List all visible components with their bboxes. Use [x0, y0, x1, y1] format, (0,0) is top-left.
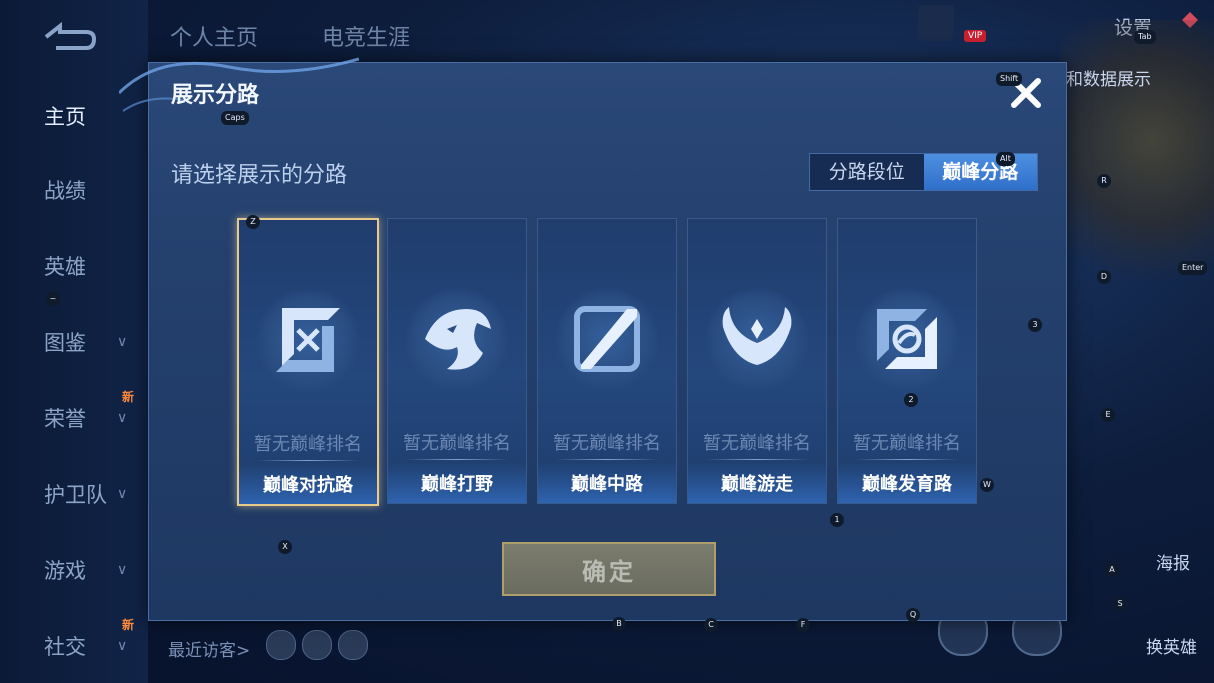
nav-item[interactable]: 护卫队 ∨ [0, 474, 148, 514]
farm-lane-icon [877, 309, 937, 369]
lane-name: 巅峰游走 [721, 474, 793, 495]
rank-text: 暂无巅峰排名 [853, 433, 961, 454]
nav-item[interactable]: 图鉴 ∨ [0, 322, 148, 362]
card-divider [257, 460, 359, 461]
tab-personal-home[interactable]: 个人主页 [170, 20, 258, 52]
lane-card-farm[interactable]: 暂无巅峰排名 巅峰发育路 [837, 218, 977, 504]
nav-item-label: 荣誉 [44, 407, 86, 431]
recent-visitors-link[interactable]: 最近访客> [168, 636, 250, 661]
nav-item-label: 游戏 [44, 559, 86, 583]
lane-name: 巅峰发育路 [862, 474, 952, 495]
lane-display-dialog: 展示分路 请选择展示的分路 分路段位 巅峰分路 暂无巅峰排名 巅峰对抗路 暂无巅… [119, 57, 1067, 621]
chevron-down-icon: ∨ [117, 562, 128, 578]
back-arrow-icon[interactable] [40, 22, 98, 52]
nav-item[interactable]: 游戏 ∨ [0, 550, 148, 590]
nav-item[interactable]: 英雄 [0, 246, 148, 286]
hotkey-2: 2 [904, 393, 918, 407]
card-divider [406, 459, 508, 460]
lane-card-clash[interactable]: 暂无巅峰排名 巅峰对抗路 [237, 218, 379, 506]
chevron-down-icon: ∨ [117, 638, 128, 654]
tab-lane-rank[interactable]: 分路段位 [810, 154, 924, 190]
lane-card-mid[interactable]: 暂无巅峰排名 巅峰中路 [537, 218, 677, 504]
hotkey-alt: Alt [996, 152, 1015, 166]
clash-lane-icon [276, 308, 340, 372]
roam-wings-icon [722, 307, 792, 365]
hotkey-f: F [796, 618, 810, 632]
tab-esports-career[interactable]: 电竞生涯 [322, 20, 410, 52]
lane-name: 巅峰中路 [571, 474, 643, 495]
nav-item-label: 英雄 [44, 255, 86, 279]
hotkey-e: E [1101, 408, 1115, 422]
card-divider [556, 459, 658, 460]
hotkey-r: R [1097, 174, 1111, 188]
rank-text: 暂无巅峰排名 [703, 433, 811, 454]
nav-item-label: 主页 [44, 105, 86, 129]
hotkey-w: W [980, 478, 994, 492]
hotkey-q: Q [906, 608, 920, 622]
data-display-label[interactable]: 和数据展示 [1066, 65, 1151, 90]
hotkey-tab: Tab [1134, 30, 1156, 44]
hotkey-shift: Shift [996, 72, 1023, 86]
lane-name: 巅峰对抗路 [263, 475, 353, 496]
nav-item-label: 护卫队 [44, 483, 107, 507]
hotkey-tilde: ~ [46, 292, 60, 306]
hotkey-enter: Enter [1178, 261, 1208, 275]
hotkey-s: S [1113, 597, 1127, 611]
jungle-dragon-icon [425, 309, 491, 370]
rank-text: 暂无巅峰排名 [553, 433, 661, 454]
vip-badge: VIP [964, 30, 987, 42]
card-divider [856, 459, 958, 460]
dialog-subtitle: 请选择展示的分路 [171, 163, 348, 188]
nav-item[interactable]: 荣誉 ∨ 新 [0, 390, 148, 438]
lane-card-roam[interactable]: 暂无巅峰排名 巅峰游走 [687, 218, 827, 504]
mid-lane-icon [574, 306, 640, 372]
nav-item[interactable]: 社交 ∨ 新 [0, 618, 148, 666]
chevron-down-icon: ∨ [117, 410, 128, 426]
dialog-title: 展示分路 [171, 83, 260, 108]
rank-text: 暂无巅峰排名 [254, 434, 362, 455]
hotkey-3: 3 [1028, 318, 1042, 332]
poster-button[interactable]: 海报 [1156, 549, 1190, 574]
hotkey-a: A [1105, 563, 1119, 577]
avatar[interactable] [266, 630, 296, 660]
swap-hero-button[interactable]: 换英雄 [1146, 633, 1197, 658]
hotkey-b: B [612, 617, 626, 631]
notification-icon[interactable] [918, 5, 954, 41]
nav-item-label: 战绩 [44, 179, 86, 203]
hotkey-1: 1 [830, 513, 844, 527]
avatar[interactable] [302, 630, 332, 660]
hotkey-d: D [1097, 270, 1111, 284]
nav-item-label: 图鉴 [44, 331, 86, 355]
hotkey-x: X [278, 540, 292, 554]
tab-peak-lane[interactable]: 巅峰分路 [923, 154, 1037, 190]
chevron-down-icon: ∨ [117, 334, 128, 350]
hotkey-z: Z [246, 215, 260, 229]
avatar[interactable] [338, 630, 368, 660]
hotkey-caps: Caps [221, 111, 249, 125]
new-badge: 新 [122, 618, 135, 632]
chevron-down-icon: ∨ [117, 486, 128, 502]
lane-name: 巅峰打野 [421, 474, 493, 495]
card-divider [706, 459, 808, 460]
hotkey-c: C [704, 618, 718, 632]
new-badge: 新 [122, 390, 135, 404]
confirm-button[interactable]: 确定 [502, 542, 716, 596]
lane-card-jungle[interactable]: 暂无巅峰排名 巅峰打野 [387, 218, 527, 504]
rank-text: 暂无巅峰排名 [403, 433, 511, 454]
nav-item[interactable]: 战绩 [0, 170, 148, 210]
nav-item-label: 社交 [44, 635, 86, 659]
